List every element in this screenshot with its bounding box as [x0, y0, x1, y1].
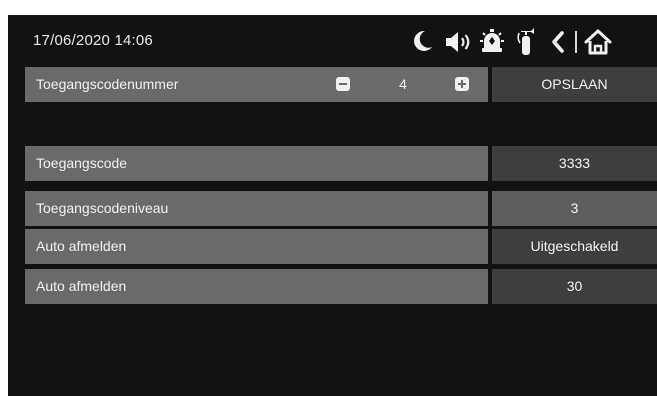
auto-logout-time-value[interactable]: 30 [492, 269, 657, 304]
code-number-value: 4 [399, 76, 407, 92]
access-level-value[interactable]: 3 [492, 191, 657, 226]
code-number-row: Toegangscodenummer 4 OPSLAAN [25, 67, 657, 102]
setting-label: Auto afmelden [25, 229, 488, 264]
extinguisher-icon[interactable] [515, 27, 537, 57]
increment-button[interactable] [455, 77, 469, 91]
save-button[interactable]: OPSLAAN [492, 67, 657, 102]
code-number-label-cell: Toegangscodenummer [25, 67, 488, 102]
code-number-label: Toegangscodenummer [36, 76, 179, 92]
moon-icon[interactable] [409, 28, 435, 54]
setting-row-access-code: Toegangscode 3333 [25, 146, 657, 181]
home-icon[interactable] [583, 27, 613, 57]
setting-label: Toegangscodeniveau [25, 191, 488, 226]
auto-logout-value[interactable]: Uitgeschakeld [492, 229, 657, 264]
back-icon[interactable] [549, 30, 567, 54]
setting-row-auto-logout: Auto afmelden Uitgeschakeld [25, 229, 657, 264]
plus-icon-vertical [461, 80, 463, 88]
setting-label: Toegangscode [25, 146, 488, 181]
setting-row-auto-logout-time: Auto afmelden 30 [25, 269, 657, 304]
access-code-value[interactable]: 3333 [492, 146, 657, 181]
minus-icon [339, 83, 347, 85]
decrement-button[interactable] [336, 77, 350, 91]
alarm-icon[interactable] [479, 28, 505, 56]
header-bar: 17/06/2020 14:06 [8, 15, 657, 67]
screen: 17/06/2020 14:06 Toegangscodenummer 4 OP… [8, 15, 657, 396]
header-divider [575, 31, 577, 53]
speaker-icon[interactable] [443, 29, 473, 55]
datetime: 17/06/2020 14:06 [33, 32, 153, 49]
setting-row-access-level: Toegangscodeniveau 3 [25, 191, 657, 226]
setting-label: Auto afmelden [25, 269, 488, 304]
